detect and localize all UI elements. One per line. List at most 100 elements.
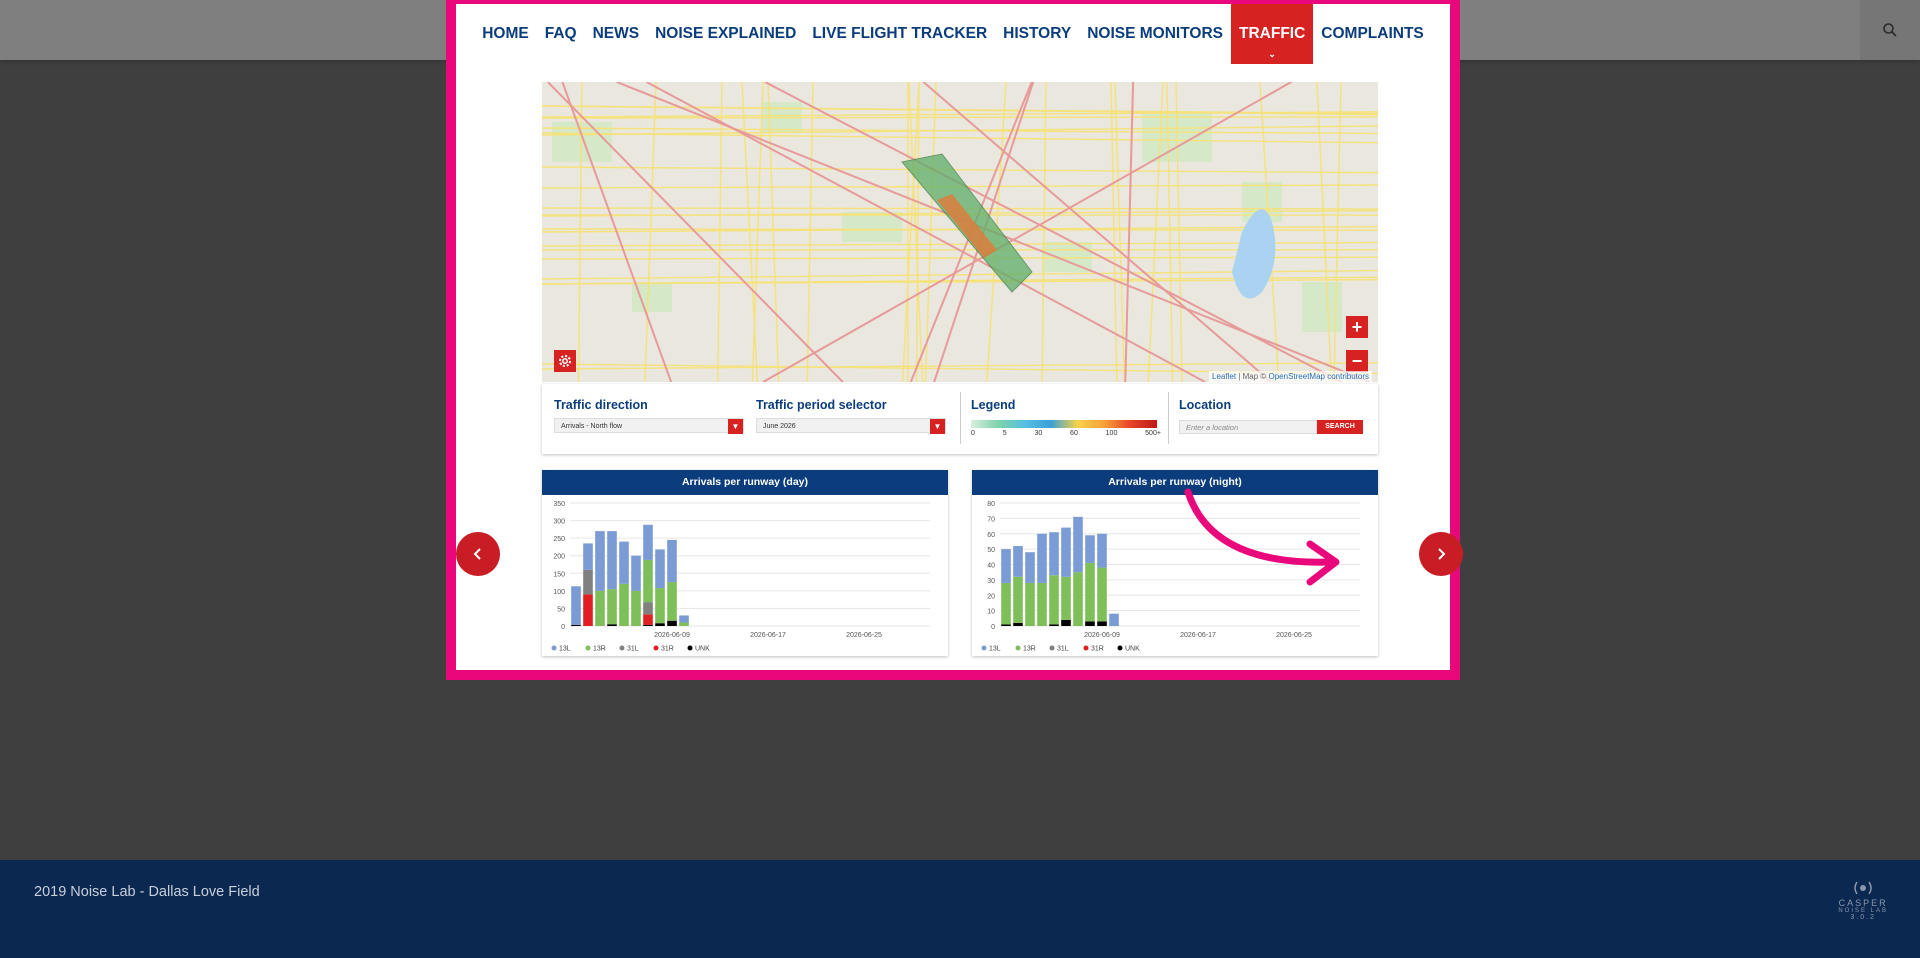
bar-13l[interactable] <box>1013 546 1023 577</box>
nav-item-news[interactable]: NEWS <box>585 4 648 64</box>
nav-item-complaints[interactable]: COMPLAINTS <box>1313 4 1431 64</box>
y-tick-label: 150 <box>553 571 565 578</box>
prev-slide-button[interactable] <box>456 532 500 576</box>
bar-13r[interactable] <box>619 583 629 626</box>
map-road <box>717 82 723 382</box>
y-tick-label: 20 <box>987 593 995 600</box>
legend-tick: 5 <box>1002 430 1007 437</box>
legend-label[interactable]: 13L <box>989 646 1001 653</box>
bar-31l[interactable] <box>583 569 593 595</box>
traffic-direction-select[interactable]: Arrivals - North flow ▼ <box>554 418 744 434</box>
legend-label[interactable]: 31R <box>1091 646 1104 653</box>
bar-13r[interactable] <box>1025 582 1035 626</box>
zoom-out-button[interactable]: − <box>1346 350 1368 372</box>
osm-link[interactable]: OpenStreetMap contributors <box>1269 372 1370 381</box>
bar-13r[interactable] <box>1073 572 1083 626</box>
bar-13r[interactable] <box>1001 582 1011 625</box>
bar-13l[interactable] <box>1049 532 1059 576</box>
legend-label[interactable]: UNK <box>1125 646 1140 653</box>
zoom-in-button[interactable]: + <box>1346 316 1368 338</box>
y-tick-label: 250 <box>553 536 565 543</box>
chevron-left-icon <box>473 548 481 560</box>
traffic-period-select[interactable]: June 2026 ▼ <box>756 418 946 434</box>
nav-item-noise-monitors[interactable]: NOISE MONITORS <box>1079 4 1231 64</box>
map-view[interactable]: + − Leaflet | Map © OpenStreetMap contri… <box>542 82 1378 382</box>
legend-label[interactable]: 31R <box>661 646 674 653</box>
nav-item-home[interactable]: HOME <box>474 4 537 64</box>
bar-unk[interactable] <box>1013 622 1023 626</box>
traffic-direction-control: Traffic direction Arrivals - North flow … <box>554 398 744 434</box>
bar-unk[interactable] <box>1061 619 1071 626</box>
bar-13r[interactable] <box>1037 582 1047 626</box>
bar-unk[interactable] <box>643 624 653 626</box>
bar-unk[interactable] <box>1001 624 1011 626</box>
legend-label[interactable]: UNK <box>695 646 710 653</box>
bar-13r[interactable] <box>667 582 677 621</box>
legend-label[interactable]: 13R <box>1023 646 1036 653</box>
nav-item-label: HISTORY <box>1003 25 1072 42</box>
lightbox-frame: HOME FAQ NEWS NOISE EXPLAINED LIVE FLIGHT TR… <box>446 0 1460 680</box>
bar-unk[interactable] <box>1097 621 1107 626</box>
bar-31l[interactable] <box>643 602 653 615</box>
location-search-button[interactable]: SEARCH <box>1317 419 1363 434</box>
bar-31r[interactable] <box>643 614 653 625</box>
map-controls: Traffic direction Arrivals - North flow … <box>542 384 1378 454</box>
bar-unk[interactable] <box>667 620 677 626</box>
bar-unk[interactable] <box>1049 624 1059 626</box>
bar-13r[interactable] <box>1085 562 1095 622</box>
bar-13l[interactable] <box>1097 533 1107 568</box>
legend-label[interactable]: 31L <box>1057 646 1069 653</box>
bar-13l[interactable] <box>1085 535 1095 563</box>
bar-13l[interactable] <box>1061 527 1071 577</box>
bar-unk[interactable] <box>607 624 617 626</box>
minus-icon: − <box>1351 350 1363 371</box>
bar-13r[interactable] <box>1049 575 1059 625</box>
next-slide-button[interactable] <box>1419 532 1463 576</box>
legend-label[interactable]: 13L <box>559 646 571 653</box>
legend-label[interactable]: 31L <box>627 646 639 653</box>
bar-13l[interactable] <box>1001 549 1011 583</box>
bar-13r[interactable] <box>595 590 605 626</box>
bar-13l[interactable] <box>595 531 605 591</box>
bar-unk[interactable] <box>1085 621 1095 626</box>
bar-13l[interactable] <box>619 541 629 584</box>
bar-13l[interactable] <box>607 531 617 590</box>
bar-13l[interactable] <box>631 555 641 591</box>
bar-13r[interactable] <box>607 589 617 625</box>
leaflet-link[interactable]: Leaflet <box>1212 372 1236 381</box>
bar-13l[interactable] <box>1109 613 1119 626</box>
bar-13l[interactable] <box>655 549 665 589</box>
nav-item-history[interactable]: HISTORY <box>995 4 1079 64</box>
bar-13l[interactable] <box>1025 552 1035 583</box>
bar-13l[interactable] <box>643 524 653 560</box>
bar-13l[interactable] <box>571 586 581 625</box>
nav-item-faq[interactable]: FAQ <box>537 4 585 64</box>
bar-13r[interactable] <box>679 622 689 626</box>
bar-31r[interactable] <box>583 594 593 626</box>
bar-13l[interactable] <box>583 543 593 570</box>
bar-13l[interactable] <box>1073 516 1083 573</box>
location-control: Location Enter a location SEARCH <box>1179 398 1363 436</box>
bar-unk[interactable] <box>571 624 581 626</box>
map-highway <box>646 82 1206 382</box>
location-input[interactable]: Enter a location <box>1179 419 1317 434</box>
bar-13r[interactable] <box>655 588 665 624</box>
bar-13r[interactable] <box>631 590 641 626</box>
bar-13r[interactable] <box>1013 576 1023 623</box>
legend-label[interactable]: 13R <box>593 646 606 653</box>
bar-13l[interactable] <box>1037 533 1047 583</box>
bar-13r[interactable] <box>643 559 653 603</box>
map-attribution: Leaflet | Map © OpenStreetMap contributo… <box>1209 371 1372 382</box>
map-settings-button[interactable] <box>554 350 576 372</box>
map-road <box>542 127 1378 135</box>
nav-item-noise-explained[interactable]: NOISE EXPLAINED <box>647 4 804 64</box>
nav-item-traffic[interactable]: TRAFFIC ⌄ <box>1231 4 1314 64</box>
bar-13l[interactable] <box>667 539 677 583</box>
nav-item-live-flight-tracker[interactable]: LIVE FLIGHT TRACKER <box>804 4 995 64</box>
bar-13r[interactable] <box>1061 576 1071 620</box>
y-tick-label: 30 <box>987 578 995 585</box>
bar-13r[interactable] <box>1097 567 1107 622</box>
nav-item-label: NEWS <box>592 25 640 42</box>
bar-13l[interactable] <box>679 615 689 623</box>
bar-unk[interactable] <box>655 623 665 626</box>
